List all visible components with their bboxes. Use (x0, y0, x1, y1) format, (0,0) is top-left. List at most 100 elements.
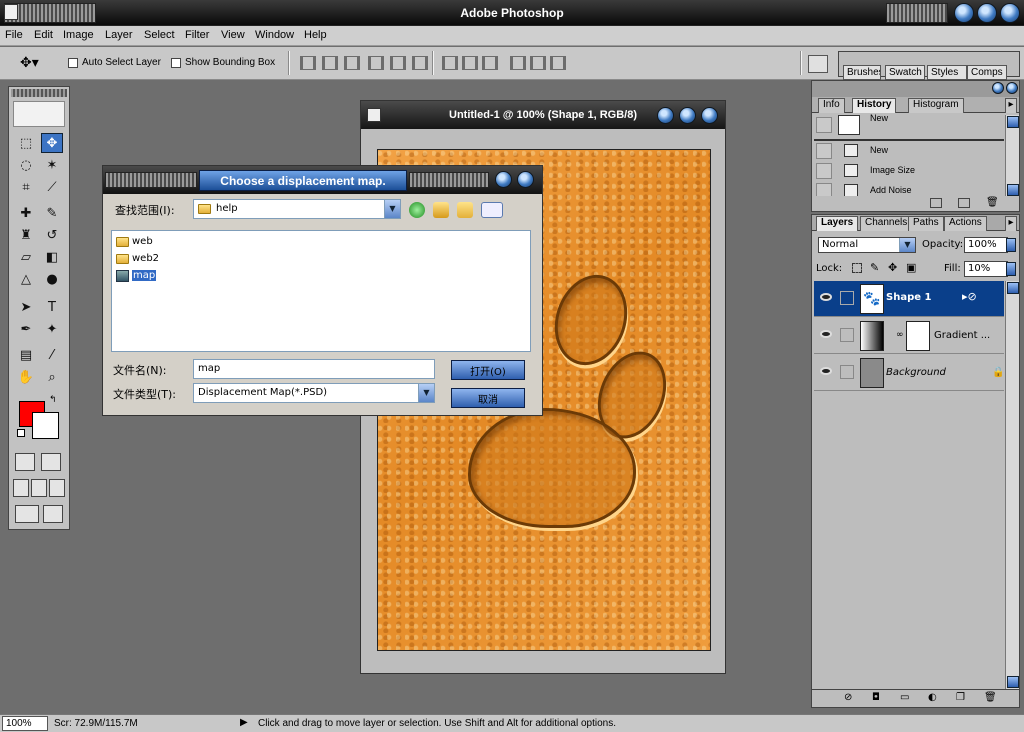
blend-mode-select[interactable]: Normal ▼ (818, 237, 916, 253)
close-button[interactable] (1000, 3, 1020, 23)
open-button[interactable]: 打开(O) (451, 360, 525, 380)
pen-tool-icon[interactable]: ✒ (15, 319, 37, 339)
tab-actions[interactable]: Actions (944, 216, 987, 231)
lock-position-icon[interactable]: ✥ (888, 261, 897, 274)
maximize-button[interactable] (977, 3, 997, 23)
cancel-button[interactable]: 取消 (451, 388, 525, 408)
opacity-input[interactable]: 100% (964, 237, 1008, 253)
tab-paths[interactable]: Paths (908, 216, 944, 231)
zoom-tool-icon[interactable]: ⌕ (41, 367, 63, 387)
panel-menu-icon[interactable]: ▸ (1005, 216, 1017, 231)
dialog-close-button[interactable] (517, 171, 534, 188)
dialog-help-button[interactable] (495, 171, 512, 188)
standard-mode-icon[interactable] (15, 453, 35, 471)
slice-tool-icon[interactable]: ⟋ (41, 177, 63, 197)
menu-window[interactable]: Window (255, 29, 294, 41)
layers-scrollbar[interactable] (1005, 281, 1019, 689)
marquee-tool-icon[interactable]: ⬚ (15, 133, 37, 153)
history-item-new[interactable]: New (814, 141, 1004, 161)
scroll-down-icon[interactable] (1007, 676, 1019, 688)
align-right-icon[interactable] (412, 56, 428, 70)
layer-style-icon[interactable]: ⊘ (844, 692, 852, 703)
auto-select-checkbox[interactable] (68, 58, 78, 68)
visibility-eye-icon[interactable] (820, 367, 832, 375)
visibility-eye-icon[interactable] (820, 330, 832, 338)
view-menu-icon[interactable] (481, 202, 503, 218)
distribute-hcenter-icon[interactable] (530, 56, 546, 70)
layer-effects-icon[interactable]: ▸⊘ (962, 290, 977, 303)
eraser-tool-icon[interactable]: ▱ (15, 247, 37, 267)
menu-layer[interactable]: Layer (105, 29, 133, 41)
tab-history[interactable]: History (852, 98, 897, 113)
healing-brush-tool-icon[interactable]: ✚ (15, 203, 37, 223)
hand-tool-icon[interactable]: ✋ (15, 367, 37, 387)
add-mask-icon[interactable]: ◘ (872, 692, 880, 703)
tab-channels[interactable]: Channels (860, 216, 913, 231)
bounding-box-checkbox[interactable] (171, 58, 181, 68)
tab-info[interactable]: Info (818, 98, 845, 113)
file-item-web2[interactable]: web2 (116, 251, 159, 266)
chevron-down-icon[interactable]: ▼ (418, 384, 434, 402)
trash-icon[interactable]: 🗑 (986, 197, 999, 208)
look-in-select[interactable]: help ▼ (193, 199, 401, 219)
tab-layers[interactable]: Layers (816, 216, 859, 231)
layer-row-gradient[interactable]: ∞ Gradient ... (814, 318, 1004, 354)
history-brush-source-icon[interactable] (816, 117, 832, 133)
lock-transparency-icon[interactable] (852, 263, 862, 273)
lasso-tool-icon[interactable]: ◌ (15, 155, 37, 175)
gradient-tool-icon[interactable]: ◧ (41, 247, 63, 267)
new-document-from-state-icon[interactable] (930, 198, 942, 208)
document-maximize-button[interactable] (679, 107, 696, 124)
dodge-tool-icon[interactable]: ● (41, 269, 63, 289)
palette-tab-swatches[interactable]: Swatch (885, 65, 925, 80)
crop-tool-icon[interactable]: ⌗ (15, 177, 37, 197)
history-brush-tool-icon[interactable]: ↺ (41, 225, 63, 245)
lock-pixels-icon[interactable]: ✎ (870, 261, 879, 274)
panel-close-button[interactable] (1006, 82, 1018, 94)
blur-tool-icon[interactable]: △ (15, 269, 37, 289)
minimize-button[interactable] (954, 3, 974, 23)
menu-image[interactable]: Image (63, 29, 94, 41)
history-brush-source-icon[interactable] (816, 143, 832, 159)
photoshop-feather-logo[interactable] (13, 101, 65, 127)
lock-all-icon[interactable]: ▣ (906, 261, 916, 274)
distribute-right-icon[interactable] (550, 56, 566, 70)
new-group-icon[interactable]: ▭ (900, 692, 909, 703)
file-browser-icon[interactable] (808, 55, 828, 73)
magic-wand-tool-icon[interactable]: ✶ (41, 155, 63, 175)
history-brush-source-icon[interactable] (816, 163, 832, 179)
up-folder-icon[interactable] (433, 202, 449, 218)
palette-tab-comps[interactable]: Comps (967, 65, 1007, 80)
menu-filter[interactable]: Filter (185, 29, 209, 41)
scroll-down-icon[interactable] (1007, 184, 1019, 196)
history-snapshot[interactable]: New (814, 113, 1004, 137)
status-menu-icon[interactable]: ▶ (240, 717, 248, 728)
align-bottom-icon[interactable] (344, 56, 360, 70)
palette-tab-styles[interactable]: Styles (927, 65, 967, 80)
zoom-field[interactable]: 100% (2, 716, 48, 731)
align-top-icon[interactable] (300, 56, 316, 70)
scroll-up-icon[interactable] (1007, 116, 1019, 128)
move-tool-preset-icon[interactable]: ✥▾ (20, 55, 39, 71)
full-screen-mode-icon[interactable] (49, 479, 65, 497)
align-left-icon[interactable] (368, 56, 384, 70)
document-minimize-button[interactable] (657, 107, 674, 124)
panel-menu-icon[interactable]: ▸ (1005, 98, 1017, 113)
visibility-eye-icon[interactable] (820, 293, 832, 301)
palette-tab-brushes[interactable]: Brushes (843, 65, 881, 80)
adjustment-layer-icon[interactable]: ◐ (928, 692, 937, 703)
new-folder-icon[interactable] (457, 202, 473, 218)
file-item-map[interactable]: map (116, 268, 157, 283)
layer-row-background[interactable]: Background 🔒 (814, 355, 1004, 391)
fill-input[interactable]: 10% (964, 261, 1008, 277)
scroll-up-icon[interactable] (1007, 282, 1019, 294)
eyedropper-tool-icon[interactable]: ⁄ (41, 345, 63, 365)
opacity-slider-icon[interactable] (1006, 238, 1016, 252)
distribute-top-icon[interactable] (442, 56, 458, 70)
menu-help[interactable]: Help (304, 29, 327, 41)
trash-icon[interactable]: 🗑 (984, 692, 997, 703)
new-snapshot-icon[interactable] (958, 198, 970, 208)
standard-screen-mode-icon[interactable] (13, 479, 29, 497)
menu-view[interactable]: View (221, 29, 245, 41)
menu-edit[interactable]: Edit (34, 29, 53, 41)
